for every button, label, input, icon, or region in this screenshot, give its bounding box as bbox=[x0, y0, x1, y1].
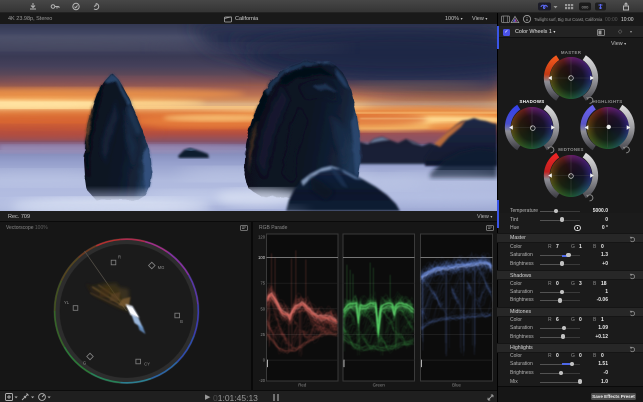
svg-text:50: 50 bbox=[260, 306, 265, 311]
svg-text:B: B bbox=[180, 319, 183, 324]
svg-text:MG: MG bbox=[158, 265, 165, 270]
svg-text:CY: CY bbox=[144, 362, 150, 367]
svg-text:R: R bbox=[118, 255, 121, 260]
svg-text:YL: YL bbox=[64, 300, 70, 305]
svg-text:100: 100 bbox=[258, 255, 266, 260]
svg-text:Red: Red bbox=[298, 383, 307, 388]
svg-text:Blue: Blue bbox=[452, 383, 461, 388]
svg-text:Green: Green bbox=[373, 383, 386, 388]
svg-text:0: 0 bbox=[263, 358, 266, 363]
svg-text:120: 120 bbox=[258, 235, 266, 240]
svg-text:75: 75 bbox=[260, 281, 265, 286]
svg-text:-20: -20 bbox=[259, 378, 266, 383]
svg-text:000: 000 bbox=[582, 5, 589, 10]
svg-text:25: 25 bbox=[260, 332, 265, 337]
svg-text:G: G bbox=[83, 361, 86, 366]
